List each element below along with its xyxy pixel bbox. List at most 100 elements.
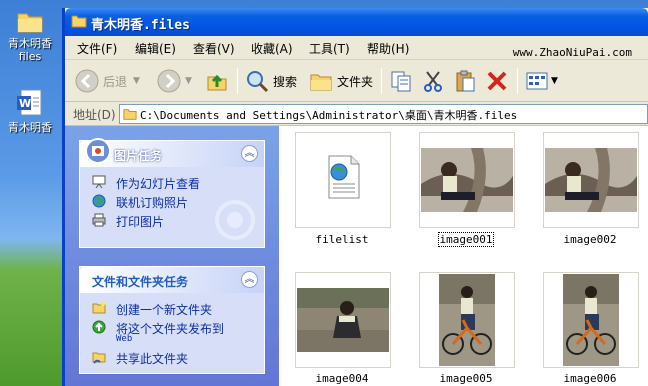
- explorer-window: 青木明香.files 文件(F) 编辑(E) 查看(V) 收藏(A) 工具(T)…: [62, 8, 648, 386]
- back-label: 后退: [103, 74, 128, 89]
- scissors-icon: [424, 71, 442, 92]
- folders-button[interactable]: 文件夹: [309, 68, 373, 94]
- title-bar[interactable]: 青木明香.files: [65, 8, 648, 36]
- html-document-icon: [328, 155, 360, 199]
- up-folder-button[interactable]: [205, 68, 229, 94]
- word-document-icon: W: [17, 89, 42, 116]
- task-new-folder[interactable]: 创建一个新文件夹: [80, 299, 264, 318]
- folder-icon: [123, 109, 137, 120]
- menu-view[interactable]: 查看(V): [193, 40, 235, 57]
- delete-x-icon: [487, 71, 507, 91]
- desktop-folder-icon[interactable]: 青木明香 files: [0, 10, 60, 63]
- toolbar-separator: [381, 68, 382, 94]
- task-slideshow[interactable]: 作为幻灯片查看: [80, 173, 264, 192]
- share-folder-icon: [92, 352, 106, 364]
- search-button[interactable]: 搜索: [245, 68, 297, 94]
- folders-icon: [310, 74, 332, 91]
- file-name-image006[interactable]: image006: [535, 372, 645, 385]
- task-print-pictures-label: 打印图片: [116, 215, 165, 229]
- picture-tasks-header[interactable]: 图片任务 ︽: [80, 138, 264, 167]
- desktop-folder-label: 青木明香: [8, 37, 52, 50]
- photo-woman-squatting-icon: [297, 288, 389, 352]
- desktop-doc-label: 青木明香: [8, 121, 52, 134]
- folder-icon: [17, 13, 43, 33]
- file-name-image005[interactable]: image005: [411, 372, 521, 385]
- file-view: filelist image001 image002 image004 imag…: [279, 126, 648, 386]
- thumbnail-image002[interactable]: [543, 132, 639, 228]
- views-icon: [526, 72, 548, 90]
- views-dropdown-icon[interactable]: ▼: [551, 76, 558, 86]
- task-new-folder-label: 创建一个新文件夹: [116, 303, 213, 317]
- thumbnail-image004[interactable]: [295, 272, 391, 368]
- thumbnail-image005[interactable]: [419, 272, 515, 368]
- window-title: 青木明香.files: [91, 18, 190, 33]
- collapse-chevron-icon[interactable]: ︽: [241, 145, 258, 162]
- menu-favorites[interactable]: 收藏(A): [251, 40, 293, 57]
- paste-icon: [456, 70, 475, 92]
- publish-web-icon: [92, 320, 106, 334]
- desktop-word-doc-icon[interactable]: W 青木明香: [0, 88, 60, 134]
- forward-dropdown-icon[interactable]: ▼: [185, 76, 192, 86]
- menu-edit[interactable]: 编辑(E): [135, 40, 176, 57]
- forward-button[interactable]: ▼: [157, 68, 192, 94]
- file-name-filelist[interactable]: filelist: [287, 233, 397, 246]
- collapse-chevron-icon[interactable]: ︽: [241, 271, 258, 288]
- address-label: 地址(D): [73, 108, 116, 122]
- task-publish-web-suffix: Web: [116, 334, 133, 344]
- copy-to-icon: [391, 71, 411, 92]
- menu-bar: 文件(F) 编辑(E) 查看(V) 收藏(A) 工具(T) 帮助(H) www.…: [65, 36, 648, 60]
- new-folder-icon: [92, 302, 106, 314]
- picture-tasks-panel: 图片任务 ︽ 作为幻灯片查看 联机订购照片 打印图片: [79, 138, 265, 248]
- search-icon: [247, 71, 269, 93]
- desktop-folder-label-line2: files: [18, 50, 42, 63]
- photo-woman-on-bike-icon: [439, 274, 495, 366]
- watermark-text: www.ZhaoNiuPai.com: [512, 46, 632, 59]
- address-path: C:\Documents and Settings\Administrator\…: [140, 109, 518, 122]
- printer-icon: [92, 213, 106, 227]
- thumbnail-filelist[interactable]: [295, 132, 391, 228]
- forward-arrow-icon: [157, 69, 181, 93]
- back-dropdown-icon[interactable]: ▼: [133, 76, 140, 86]
- photo-woman-on-tree-icon: [545, 148, 637, 212]
- search-label: 搜索: [273, 74, 298, 89]
- file-tasks-panel: 文件和文件夹任务 ︽ 创建一个新文件夹 将这个文件夹发布到 Web 共享此文件夹: [79, 266, 265, 374]
- task-pane: 图片任务 ︽ 作为幻灯片查看 联机订购照片 打印图片 文件和文件夹任务 ︽ 创建…: [65, 126, 279, 386]
- menu-file[interactable]: 文件(F): [77, 40, 117, 57]
- file-tasks-title: 文件和文件夹任务: [92, 275, 189, 289]
- cut-button[interactable]: [421, 68, 445, 94]
- folder-icon: [71, 15, 87, 28]
- camera-watermark-icon: [215, 200, 255, 240]
- menu-tools[interactable]: 工具(T): [309, 40, 350, 57]
- thumbnail-image006[interactable]: [543, 272, 639, 368]
- photo-woman-on-bike-icon: [563, 274, 619, 366]
- slideshow-icon: [92, 175, 106, 189]
- file-name-image001[interactable]: image001: [411, 232, 521, 247]
- copy-to-button[interactable]: [389, 68, 413, 94]
- task-publish-web[interactable]: 将这个文件夹发布到 Web: [80, 318, 264, 348]
- file-name-image002[interactable]: image002: [535, 233, 645, 246]
- file-tasks-header[interactable]: 文件和文件夹任务 ︽: [80, 267, 264, 293]
- picture-tasks-icon: [85, 138, 111, 164]
- task-order-prints-label: 联机订购照片: [116, 196, 189, 210]
- back-button[interactable]: 后退 ▼: [75, 68, 140, 94]
- up-folder-icon: [207, 74, 227, 91]
- folders-label: 文件夹: [337, 74, 374, 89]
- views-button[interactable]: ▼: [525, 68, 558, 94]
- picture-tasks-title: 图片任务: [114, 149, 163, 163]
- toolbar: 后退 ▼ ▼ 搜索 文件夹 ▼: [65, 60, 648, 102]
- toolbar-separator: [517, 68, 518, 94]
- task-share-folder[interactable]: 共享此文件夹: [80, 348, 264, 367]
- menu-help[interactable]: 帮助(H): [367, 40, 409, 57]
- task-slideshow-label: 作为幻灯片查看: [116, 177, 201, 191]
- paste-button[interactable]: [453, 68, 477, 94]
- back-arrow-icon: [75, 69, 99, 93]
- address-bar: 地址(D) C:\Documents and Settings\Administ…: [65, 102, 648, 126]
- photo-woman-on-tree-icon: [421, 148, 513, 212]
- thumbnail-image001[interactable]: [419, 132, 515, 228]
- file-name-image004[interactable]: image004: [287, 372, 397, 385]
- address-input[interactable]: C:\Documents and Settings\Administrator\…: [119, 104, 648, 124]
- toolbar-separator: [237, 68, 238, 94]
- delete-button[interactable]: [485, 68, 509, 94]
- svg-text:W: W: [19, 97, 31, 110]
- task-share-folder-label: 共享此文件夹: [116, 352, 189, 366]
